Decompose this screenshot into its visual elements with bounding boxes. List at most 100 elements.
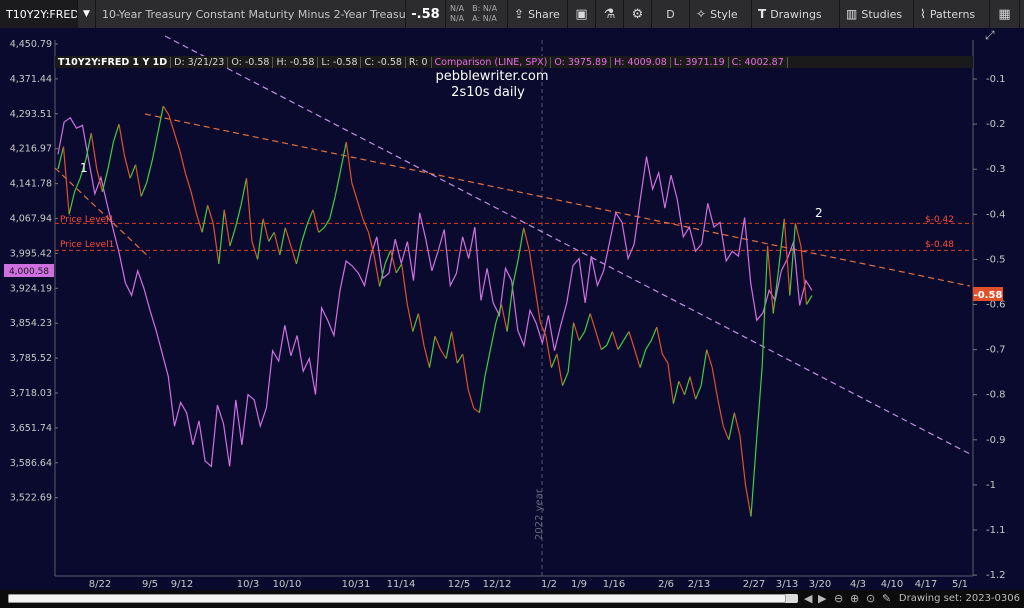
price-level-label: Price Level1 [60,240,114,250]
x-axis-tick-label: 4/17 [915,579,937,590]
x-axis-tick-label: 3/20 [809,579,831,590]
drawings-button[interactable]: T Drawings [752,0,840,28]
x-axis-tick-label: 1/2 [541,579,557,590]
period-label: D [666,7,675,21]
right-axis-tick-label: -0.8 [986,390,1006,401]
x-axis-tick-label: 2/6 [658,579,674,590]
x-axis-tick-label: 1/16 [603,579,625,590]
share-label: Share [528,7,560,21]
x-axis-tick-label: 10/10 [273,579,302,590]
x-axis-tick-label: 5/1 [952,579,968,590]
x-axis-tick-label: 9/5 [142,579,158,590]
x-axis-tick-label: 8/22 [89,579,111,590]
zoom-fit-icon[interactable]: ⊙ [866,592,875,605]
settings-button[interactable]: ⚙ [624,0,652,28]
right-axis-tick-label: -0.9 [986,435,1006,446]
share-icon: ⇪ [514,7,525,21]
left-axis-tick-label: 3,785.52 [10,353,52,364]
left-axis-tick-label: 3,854.23 [10,318,52,329]
flask-icon: ⚗ [603,6,616,22]
style-label: Style [710,7,738,21]
right-axis-tick-label: -0.1 [986,74,1006,85]
scrollbar-thumb[interactable] [8,594,786,603]
left-axis-tick-label: 3,651.74 [10,423,52,434]
toolbar: T10Y2Y:FRED ▼ 10-Year Treasury Constant … [0,0,1024,29]
camera-icon: ▣ [575,6,588,22]
chevron-down-icon: ▼ [83,9,90,19]
share-button[interactable]: ⇪ Share [508,0,568,28]
x-axis-tick-label: 12/12 [483,579,512,590]
chart-canvas[interactable]: 2022 year 4,450.79 4,371.44 4,293.51 4,216.… [0,28,1024,590]
flask-button[interactable]: ⚗ [596,0,624,28]
studies-label: Studies [861,7,903,21]
header-comparison[interactable]: Comparison (LINE, SPX) [432,56,552,68]
chart-area[interactable]: 2022 year 4,450.79 4,371.44 4,293.51 4,216.… [0,28,1024,608]
patterns-button[interactable]: ⌇ Patterns [914,0,990,28]
drawing-tool-icon[interactable]: ✎ [882,592,891,605]
zoom-in-icon[interactable]: ⊕ [850,592,859,605]
header-cmp-open: O: 3975.89 [551,56,612,68]
x-axis-tick-label: 10/31 [342,579,371,590]
header-open: O: -0.58 [228,56,274,68]
right-axis-tick-label: -1.1 [986,525,1006,536]
right-axis-tick-label: -1 [986,480,996,491]
chart-label-1: 1 [80,161,88,175]
x-axis-tick-label: 2/13 [688,579,710,590]
header-symbol: T10Y2Y:FRED 1 Y 1D [55,56,172,68]
symbol-description: 10-Year Treasury Constant Maturity Minus… [96,0,406,28]
x-axis-tick-label: 4/10 [881,579,903,590]
right-axis-tick-label: -0.2 [986,119,1006,130]
snapshot-button[interactable]: ▣ [568,0,596,28]
x-axis-tick-label: 3/13 [776,579,798,590]
expand-icon[interactable]: ⤢ [984,28,995,42]
left-axis-tick-label: 4,371.44 [10,74,52,85]
left-axis-tick-label: 3,995.42 [10,248,52,259]
text-tool-icon: T [758,7,767,21]
right-axis-tick-label: -0.3 [986,164,1006,175]
patterns-label: Patterns [929,7,976,21]
header-high: H: -0.58 [273,56,319,68]
more-button[interactable]: ▦ [990,0,1020,28]
left-axis-tick-label: 4,450.79 [10,39,52,50]
period-selector[interactable]: D [652,0,690,28]
chart-label-2: 2 [815,206,823,220]
scroll-right-icon[interactable]: ▶ [818,592,826,605]
grid-icon: ▦ [998,6,1011,22]
x-axis-tick-label: 10/3 [237,579,259,590]
patterns-icon: ⌇ [920,7,926,21]
left-axis-tick-label: 3,718.03 [10,388,52,399]
x-axis-tick-label: 11/14 [387,579,416,590]
studies-button[interactable]: ▥ Studies [840,0,914,28]
symbol-input[interactable]: T10Y2Y:FRED [0,0,78,28]
header-date: D: 3/21/23 [171,56,229,68]
x-axis-tick-label: 4/3 [850,579,866,590]
zoom-out-icon[interactable]: ⊖ [834,592,843,605]
header-cmp-high: H: 4009.08 [611,56,671,68]
left-axis-tick-label: 4,141.78 [10,179,52,190]
ask-value: A: N/A [472,14,497,23]
scroll-left-icon[interactable]: ◀ [804,592,812,605]
chart-annotation-title: pebblewriter.com [435,69,548,84]
right-axis-tick-label: -0.5 [986,254,1006,265]
style-icon: ✧ [696,7,707,21]
price-level-value: $-0.48 [925,240,954,250]
style-button[interactable]: ✧ Style [690,0,752,28]
drawing-set-label[interactable]: Drawing set: 2023-0306 [899,593,1020,604]
drawings-label: Drawings [770,7,822,21]
left-axis-tick-label: 3,924.19 [10,283,52,294]
spx-price-tag-text: 4,000.58 [9,267,49,277]
x-axis-tick-label: 1/9 [571,579,587,590]
year-marker-label: 2022 year [534,488,545,540]
studies-icon: ▥ [846,7,858,21]
bid-ask-panel: N/A N/A B: N/A A: N/A [446,0,508,28]
right-axis-tick-label: -1.2 [986,570,1006,581]
header-cmp-low: L: 3971.19 [671,56,729,68]
left-axis-tick-label: 3,586.64 [10,458,52,469]
na-value: N/A [450,4,465,13]
gear-icon: ⚙ [631,6,644,22]
price-level-value: $-0.42 [925,215,954,225]
header-close: C: -0.58 [361,56,406,68]
symbol-dropdown-button[interactable]: ▼ [78,0,96,28]
x-axis-tick-label: 12/5 [448,579,470,590]
chart-annotation-subtitle: 2s10s daily [451,85,525,100]
